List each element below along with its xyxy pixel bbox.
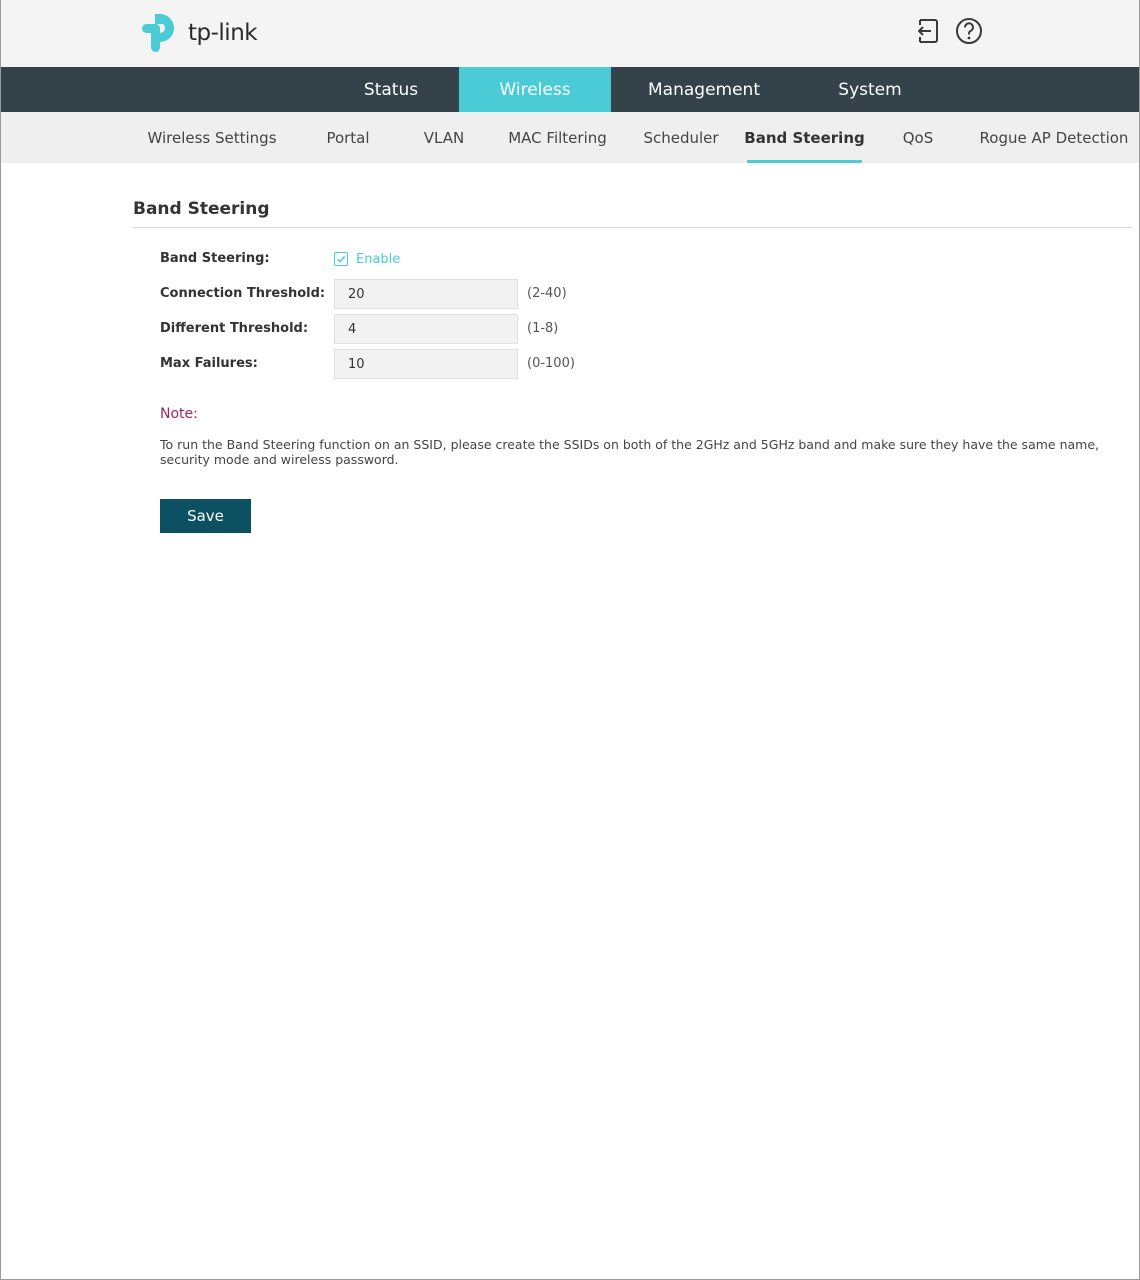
header: tp-link [1,0,1139,67]
different-threshold-input[interactable] [334,314,518,344]
subtab-portal[interactable]: Portal [323,112,373,163]
max-failures-input[interactable] [334,349,518,379]
subtab-band-steering[interactable]: Band Steering [744,112,865,163]
connection-threshold-range: (2-40) [527,286,567,301]
subtab-wireless-settings[interactable]: Wireless Settings [147,112,277,163]
different-threshold-row: Different Threshold: (1-8) [160,314,760,344]
connection-threshold-row: Connection Threshold: (2-40) [160,279,760,309]
connection-threshold-input[interactable] [334,279,518,309]
save-button[interactable]: Save [160,499,251,533]
different-threshold-range: (1-8) [527,321,559,336]
max-failures-label: Max Failures: [160,356,258,371]
checkmark-icon [336,255,346,263]
section-title: Band Steering [133,199,270,219]
brand-name: tp-link [188,20,258,46]
note-title: Note: [160,406,198,422]
subtab-scheduler[interactable]: Scheduler [642,112,720,163]
help-icon [956,18,982,44]
subtab-qos[interactable]: QoS [899,112,937,163]
different-threshold-label: Different Threshold: [160,321,309,336]
page: tp-link Status Wireless Management Syste… [0,0,1140,1280]
note-text: To run the Band Steering function on an … [160,437,1099,467]
band-steering-enable-checkbox[interactable]: Enable [334,244,400,274]
max-failures-row: Max Failures: (0-100) [160,349,760,379]
connection-threshold-label: Connection Threshold: [160,286,326,301]
checkbox-box[interactable] [334,252,348,266]
enable-label[interactable]: Enable [356,252,400,267]
section-divider [133,227,1133,228]
subtab-rogue-ap-detection[interactable]: Rogue AP Detection [980,112,1129,163]
tp-link-logo-icon [142,14,174,52]
tab-system[interactable]: System [811,67,929,112]
tab-management[interactable]: Management [631,67,777,112]
logout-button[interactable] [912,16,942,46]
band-steering-row: Band Steering: Enable [160,244,760,274]
help-button[interactable] [954,16,984,46]
band-steering-label: Band Steering: [160,251,270,266]
tab-status[interactable]: Status [336,67,446,112]
subtab-mac-filtering[interactable]: MAC Filtering [507,112,608,163]
tab-wireless[interactable]: Wireless [459,67,611,112]
brand-logo[interactable]: tp-link [140,10,258,54]
sub-nav: Wireless Settings Portal VLAN MAC Filter… [1,112,1139,163]
main-nav: Status Wireless Management System [1,67,1139,112]
max-failures-range: (0-100) [527,356,575,371]
logout-icon [918,19,938,43]
subtab-vlan[interactable]: VLAN [421,112,467,163]
